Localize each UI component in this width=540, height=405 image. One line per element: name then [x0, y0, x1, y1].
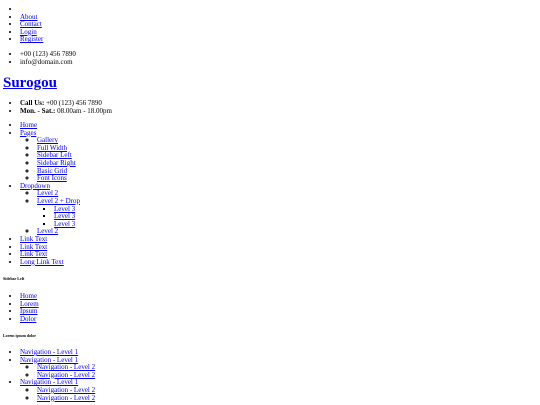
main-navigation: Home Pages Gallery Full Width Sidebar Le… [20, 121, 80, 267]
header-info: Call Us: +00 (123) 456 7890 Mon. - Sat.:… [20, 99, 112, 116]
sidebar-nav: Home Lorem Ipsum Dolor [20, 292, 39, 324]
sidebar-heading: Sidebar Left [3, 276, 25, 281]
hours-label: Mon. - Sat.: [20, 106, 56, 115]
register-link[interactable]: Register [20, 35, 43, 44]
tree-level2[interactable]: Navigation - Level 2 [37, 394, 95, 403]
site-logo: Surogou [3, 75, 57, 91]
nav-pages[interactable]: Pages Gallery Full Width Sidebar Left Si… [20, 129, 80, 183]
nav-level2-drop[interactable]: Level 2 + Drop Level 3 Level 3 Level 3 [37, 197, 80, 228]
long-link-text[interactable]: Long Link Text [20, 258, 64, 266]
tree-heading: Lorem ipsum dolor [3, 333, 37, 338]
tree-level2-link[interactable]: Navigation - Level 2 [37, 394, 95, 402]
contact-email: info@domain.com [20, 58, 76, 67]
tree-navigation: Navigation - Level 1 Navigation - Level … [20, 348, 95, 402]
tree-level1[interactable]: Navigation - Level 1 Navigation - Level … [20, 356, 95, 380]
tree-level1[interactable]: Navigation - Level 1 Navigation - Level … [20, 379, 95, 402]
nav-dropdown[interactable]: Dropdown Level 2 Level 2 + Drop Level 3 … [20, 182, 80, 236]
sidebar-dolor-link[interactable]: Dolor [20, 315, 36, 323]
nav-long-link-text[interactable]: Long Link Text [20, 258, 80, 267]
contact-list: +00 (123) 456 7890 info@domain.com [20, 50, 76, 67]
top-menu-register[interactable]: Register [20, 36, 43, 44]
hours-value: 08.00am - 18.00pm [57, 106, 112, 115]
top-menu: About Contact Login Register [20, 6, 43, 44]
logo-link[interactable]: Surogou [3, 75, 57, 91]
sidebar-item-dolor[interactable]: Dolor [20, 315, 39, 324]
hours-item: Mon. - Sat.: 08.00am - 18.00pm [20, 106, 112, 116]
